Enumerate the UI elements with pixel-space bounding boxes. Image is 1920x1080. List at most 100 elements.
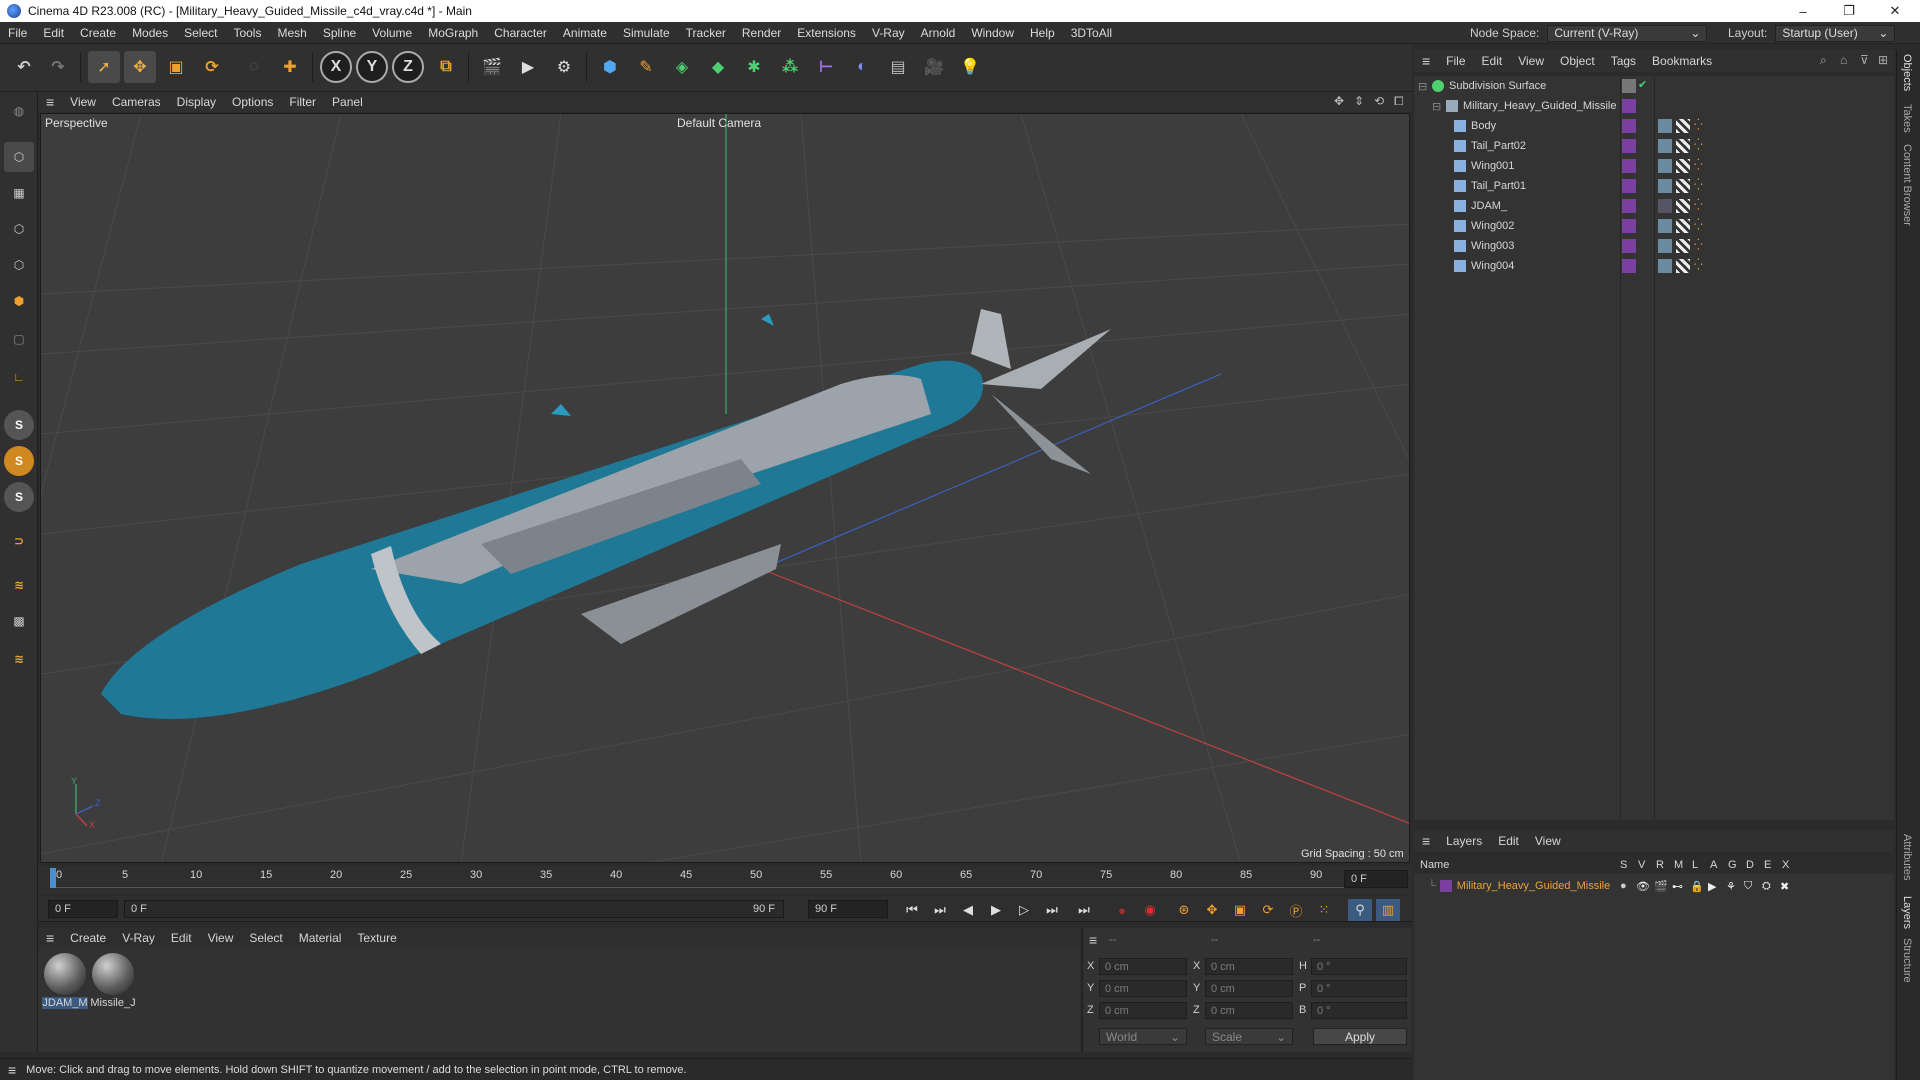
texture-tag-icon[interactable] xyxy=(1676,259,1690,273)
layer-color-swatch[interactable] xyxy=(1622,179,1636,193)
subdivision-generator-icon[interactable]: ◈ xyxy=(666,51,698,83)
record-keys-icon[interactable]: ● xyxy=(1110,899,1134,921)
layer-color-swatch[interactable] xyxy=(1622,139,1636,153)
obj-menu-edit[interactable]: Edit xyxy=(1474,54,1511,68)
minimize-button[interactable]: – xyxy=(1780,0,1826,22)
deformer-icon[interactable]: ⊢ xyxy=(810,51,842,83)
magnet-icon[interactable]: ⊃ xyxy=(4,526,34,556)
edges-mode-icon[interactable]: ⬡ xyxy=(4,250,34,280)
uvw-tag-icon[interactable]: ⁛ xyxy=(1694,198,1703,211)
autokey-icon[interactable]: ◉ xyxy=(1138,899,1162,921)
snap-3d-icon[interactable]: S xyxy=(4,482,34,512)
menu-simulate[interactable]: Simulate xyxy=(615,26,678,40)
texture-tag-icon[interactable] xyxy=(1676,199,1690,213)
uvw-tag-icon[interactable]: ⁛ xyxy=(1694,178,1703,191)
obj-menu-bookmarks[interactable]: Bookmarks xyxy=(1644,54,1720,68)
mat-menu-texture[interactable]: Texture xyxy=(349,931,404,945)
scale-key-icon[interactable]: ▣ xyxy=(1228,899,1252,921)
close-button[interactable]: ✕ xyxy=(1872,0,1918,22)
object-row[interactable]: Tail_Part02 ⁛ xyxy=(1414,136,1894,156)
layer-menu-view[interactable]: View xyxy=(1527,834,1569,848)
obj-menu-file[interactable]: File xyxy=(1438,54,1473,68)
y-axis-toggle-icon[interactable]: Y xyxy=(356,51,388,83)
uvw-tag-icon[interactable]: ⁛ xyxy=(1694,238,1703,251)
hamburger-icon[interactable]: ≡ xyxy=(1414,53,1438,69)
keyframe-selection-icon[interactable]: ⊛ xyxy=(1172,899,1196,921)
mat-menu-create[interactable]: Create xyxy=(62,931,114,945)
uvw-tag-icon[interactable]: ⁛ xyxy=(1694,258,1703,271)
obj-menu-view[interactable]: View xyxy=(1510,54,1552,68)
material-swatch[interactable]: Missile_J xyxy=(90,953,136,1009)
model-mode-icon[interactable]: ⬡ xyxy=(4,142,34,172)
pos-z-field[interactable]: 0 cm xyxy=(1099,1002,1187,1019)
viewport-zoom-icon[interactable]: ⇕ xyxy=(1354,94,1364,108)
redo-icon[interactable]: ↷ xyxy=(42,51,74,83)
coordinate-system-icon[interactable]: ⧉ xyxy=(430,51,462,83)
tab-objects[interactable]: Objects xyxy=(1901,54,1913,91)
points-mode-icon[interactable]: ⬡ xyxy=(4,214,34,244)
rotate-tool-icon[interactable]: ⟳ xyxy=(196,51,228,83)
x-axis-toggle-icon[interactable]: X xyxy=(320,51,352,83)
snap-settings-icon[interactable]: S xyxy=(4,446,34,476)
maximize-button[interactable]: ❐ xyxy=(1826,0,1872,22)
3d-viewport[interactable]: Perspective Default Camera Grid Spacing … xyxy=(40,113,1410,863)
uvw-tag-icon[interactable]: ⁛ xyxy=(1694,158,1703,171)
menu-mesh[interactable]: Mesh xyxy=(269,26,314,40)
menu-tracker[interactable]: Tracker xyxy=(678,26,734,40)
render-settings-icon[interactable]: ⚙ xyxy=(548,51,580,83)
timeline-window-icon[interactable]: ▥ xyxy=(1376,899,1400,921)
texture-tag-icon[interactable] xyxy=(1676,159,1690,173)
viewport-menu-filter[interactable]: Filter xyxy=(281,95,324,109)
visible-toggle-icon[interactable]: 👁 xyxy=(1636,880,1650,893)
floor-environment-icon[interactable]: ▤ xyxy=(882,51,914,83)
texture-mode-icon[interactable]: ▦ xyxy=(4,178,34,208)
solo-toggle-icon[interactable]: ● xyxy=(1620,880,1627,892)
prev-key-icon[interactable]: ⏭ xyxy=(928,899,952,921)
object-row[interactable]: Tail_Part01 ⁛ xyxy=(1414,176,1894,196)
rotation-key-icon[interactable]: ⟳ xyxy=(1256,899,1280,921)
step-forward-icon[interactable]: ▷ xyxy=(1012,899,1036,921)
tab-layers[interactable]: Layers xyxy=(1901,896,1913,929)
scale-tool-icon[interactable]: ▣ xyxy=(160,51,192,83)
hamburger-icon[interactable]: ≡ xyxy=(1089,932,1097,948)
texture-tag-icon[interactable] xyxy=(1676,219,1690,233)
obj-menu-object[interactable]: Object xyxy=(1552,54,1603,68)
apply-button[interactable]: Apply xyxy=(1313,1028,1407,1045)
obj-menu-tags[interactable]: Tags xyxy=(1603,54,1644,68)
layer-color-swatch[interactable] xyxy=(1622,159,1636,173)
viewport-menu-options[interactable]: Options xyxy=(224,95,281,109)
tab-attributes[interactable]: Attributes xyxy=(1901,834,1913,880)
material-tag-icon[interactable] xyxy=(1658,199,1672,213)
layer-stack-icon[interactable]: ≋ xyxy=(4,570,34,600)
uvw-tag-icon[interactable]: ⁛ xyxy=(1694,218,1703,231)
menu-animate[interactable]: Animate xyxy=(555,26,615,40)
manager-toggle-icon[interactable]: ⊷ xyxy=(1672,880,1683,893)
rot-b-field[interactable]: 0 ° xyxy=(1311,1002,1407,1019)
material-tag-icon[interactable] xyxy=(1658,259,1672,273)
field-icon[interactable]: ◐ xyxy=(846,51,878,83)
move-tool-icon[interactable]: ✥ xyxy=(124,51,156,83)
render-toggle-icon[interactable]: 🎬 xyxy=(1654,880,1668,893)
missile-model[interactable] xyxy=(101,309,1111,719)
expressions-toggle-icon[interactable]: ⛭ xyxy=(1762,880,1771,893)
polygons-mode-icon[interactable]: ⬢ xyxy=(4,286,34,316)
lock-toggle-icon[interactable]: 🔒 xyxy=(1690,880,1704,893)
pen-spline-icon[interactable]: ✎ xyxy=(630,51,662,83)
rot-p-field[interactable]: 0 ° xyxy=(1311,980,1407,997)
viewport-menu-panel[interactable]: Panel xyxy=(324,95,371,109)
tab-structure[interactable]: Structure xyxy=(1901,938,1913,983)
viewport-rotate-icon[interactable]: ⟲ xyxy=(1374,94,1384,108)
material-tag-icon[interactable] xyxy=(1658,159,1672,173)
hamburger-icon[interactable]: ≡ xyxy=(38,94,62,110)
make-editable-icon[interactable]: ◍ xyxy=(4,96,34,126)
mat-menu-view[interactable]: View xyxy=(200,931,242,945)
tab-content-browser[interactable]: Content Browser xyxy=(1901,144,1913,226)
menu-render[interactable]: Render xyxy=(734,26,789,40)
render-picture-viewer-icon[interactable]: ▶ xyxy=(512,51,544,83)
animation-toggle-icon[interactable]: ▶ xyxy=(1708,880,1716,893)
undo-icon[interactable]: ↶ xyxy=(8,51,40,83)
material-tag-icon[interactable] xyxy=(1658,119,1672,133)
material-tag-icon[interactable] xyxy=(1658,239,1672,253)
grid-icon[interactable]: ▩ xyxy=(4,606,34,636)
play-icon[interactable]: ▶ xyxy=(984,899,1008,921)
